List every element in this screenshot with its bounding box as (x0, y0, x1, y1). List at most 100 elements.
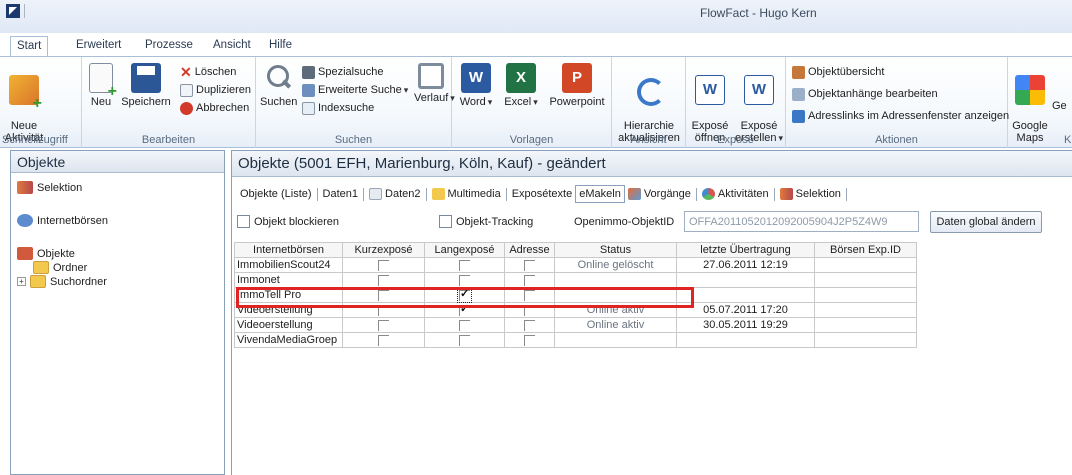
kurzexpose-checkbox[interactable] (378, 334, 389, 346)
langexpose-checkbox[interactable] (459, 259, 470, 271)
google-maps-button[interactable]: Google Maps (1010, 63, 1050, 144)
langexpose-checkbox[interactable] (459, 334, 470, 346)
word-button[interactable]: W Word (458, 63, 494, 108)
openimmo-id-field[interactable] (684, 211, 919, 232)
excel-button[interactable]: X Excel (502, 63, 540, 108)
cut-off-button-label[interactable]: Ge (1052, 100, 1067, 112)
expand-plus-icon[interactable]: + (17, 277, 26, 286)
spezialsuche-button[interactable]: Spezialsuche (302, 65, 383, 79)
abbrechen-button[interactable]: Abbrechen (180, 101, 249, 115)
subtab-daten1[interactable]: Daten1 (320, 188, 361, 200)
subtab-multimedia[interactable]: Multimedia (429, 188, 504, 200)
column-header-adresse[interactable]: Adresse (504, 242, 555, 258)
search-folder-icon (30, 275, 46, 288)
neue-aktivitaet-button[interactable]: Neue Aktivität (4, 63, 44, 144)
cell-adresse (504, 257, 555, 273)
subtab-emakeln[interactable]: eMakeln (575, 185, 625, 203)
cell-adresse (504, 287, 555, 303)
column-header-kurzexpose[interactable]: Kurzexposé (342, 242, 425, 258)
loeschen-label: Löschen (194, 66, 237, 78)
cancel-icon (180, 101, 193, 115)
powerpoint-button[interactable]: P Powerpoint (546, 63, 608, 108)
cell-adresse (504, 332, 555, 348)
address-links-icon (792, 109, 805, 123)
table-row[interactable]: Videoerstellung Online aktiv 30.05.2011 … (234, 317, 917, 333)
group-label-suchen: Suchen (334, 134, 373, 146)
checkbox-box[interactable] (439, 215, 452, 228)
objekt-tracking-checkbox[interactable]: Objekt-Tracking (439, 215, 533, 228)
nav-item-suchordner[interactable]: + Suchordner (17, 275, 107, 288)
tab-hilfe[interactable]: Hilfe (263, 36, 298, 56)
expose-oeffnen-button[interactable]: W Exposé öffnen (690, 63, 730, 144)
neu-button[interactable]: Neu (86, 63, 117, 108)
objekt-blockieren-checkbox[interactable]: Objekt blockieren (237, 215, 339, 228)
table-row[interactable]: Immonet (234, 272, 917, 288)
adresse-checkbox[interactable] (524, 289, 535, 301)
column-header-langexpose[interactable]: Langexposé (424, 242, 505, 258)
loeschen-button[interactable]: ✕ Löschen (180, 65, 236, 79)
kurzexpose-checkbox[interactable] (378, 274, 389, 286)
objektuebersicht-button[interactable]: Objektübersicht (792, 65, 884, 79)
verlauf-button[interactable]: Verlauf (414, 63, 455, 104)
langexpose-checkbox[interactable] (457, 287, 472, 303)
nav-item-selektion[interactable]: Selektion (17, 181, 82, 194)
adresse-checkbox[interactable] (524, 274, 535, 286)
tab-prozesse[interactable]: Prozesse (139, 36, 199, 56)
nav-item-internetboersen[interactable]: Internetbörsen (17, 214, 108, 227)
daten-global-aendern-button[interactable]: Daten global ändern (930, 211, 1042, 233)
attachments-icon (792, 87, 805, 101)
excel-label: Excel (504, 96, 537, 108)
column-header-status[interactable]: Status (554, 242, 677, 258)
nav-item-objekte[interactable]: Objekte (17, 247, 75, 260)
subtab-label: Daten2 (385, 188, 421, 200)
subtab-aktivitaeten[interactable]: Aktivitäten (699, 188, 772, 200)
suchen-button[interactable]: Suchen (260, 63, 297, 108)
adresslinks-button[interactable]: Adresslinks im Adressenfenster anzeigen (792, 109, 1009, 123)
objektanhaenge-button[interactable]: Objektanhänge bearbeiten (792, 87, 938, 101)
subtab-separator (316, 187, 318, 201)
group-label-vorlagen: Vorlagen (509, 134, 554, 146)
langexpose-checkbox[interactable] (459, 319, 470, 331)
kurzexpose-checkbox[interactable] (378, 259, 389, 271)
selection-icon (17, 181, 33, 194)
langexpose-checkbox[interactable] (459, 274, 470, 286)
adresse-checkbox[interactable] (524, 259, 535, 271)
adresse-checkbox[interactable] (524, 319, 535, 331)
subtab-vorgaenge[interactable]: Vorgänge (625, 188, 694, 200)
column-header-internetboersen[interactable]: Internetbörsen (234, 242, 343, 258)
flowfact-logo-icon[interactable] (6, 4, 20, 18)
adresse-checkbox[interactable] (524, 304, 535, 316)
table-row-selected[interactable]: ImmoTell Pro (234, 287, 917, 303)
table-row[interactable]: ImmobilienScout24 Online gelöscht 27.06.… (234, 257, 917, 273)
cell-uebertragung (676, 272, 815, 288)
speichern-label: Speichern (121, 96, 171, 108)
tab-erweitert[interactable]: Erweitert (70, 36, 127, 56)
kurzexpose-checkbox[interactable] (378, 304, 389, 316)
kurzexpose-checkbox[interactable] (378, 319, 389, 331)
cell-exp-id (814, 317, 917, 333)
subtab-objekte-liste[interactable]: Objekte (Liste) (237, 188, 315, 200)
erweiterte-suche-button[interactable]: Erweiterte Suche (302, 83, 408, 97)
nav-item-label: Internetbörsen (37, 214, 108, 227)
indexsuche-button[interactable]: Indexsuche (302, 101, 374, 115)
objektuebersicht-label: Objektübersicht (808, 66, 885, 78)
table-row[interactable]: VivendaMediaGroep (234, 332, 917, 348)
hierarchie-aktualisieren-button[interactable]: Hierarchie aktualisieren (616, 63, 682, 144)
expose-erstellen-button[interactable]: W Exposé erstellen (734, 63, 784, 144)
column-header-letzte-uebertragung[interactable]: letzte Übertragung (676, 242, 815, 258)
tab-start[interactable]: Start (10, 36, 49, 57)
document-icon (369, 188, 383, 200)
kurzexpose-checkbox[interactable] (378, 289, 389, 301)
duplizieren-button[interactable]: Duplizieren (180, 83, 251, 97)
checkbox-box[interactable] (237, 215, 250, 228)
table-row[interactable]: Videoerstellung Online aktiv 05.07.2011 … (234, 302, 917, 318)
subtab-daten2[interactable]: Daten2 (366, 188, 423, 200)
nav-item-ordner[interactable]: Ordner (33, 261, 87, 274)
adresse-checkbox[interactable] (524, 334, 535, 346)
subtab-selektion[interactable]: Selektion (777, 188, 844, 200)
tab-ansicht[interactable]: Ansicht (207, 36, 257, 56)
langexpose-checkbox[interactable] (459, 302, 470, 316)
speichern-button[interactable]: Speichern (120, 63, 172, 108)
subtab-exposetexte[interactable]: Exposétexte (509, 188, 576, 200)
column-header-boersen-exp-id[interactable]: Börsen Exp.ID (814, 242, 917, 258)
